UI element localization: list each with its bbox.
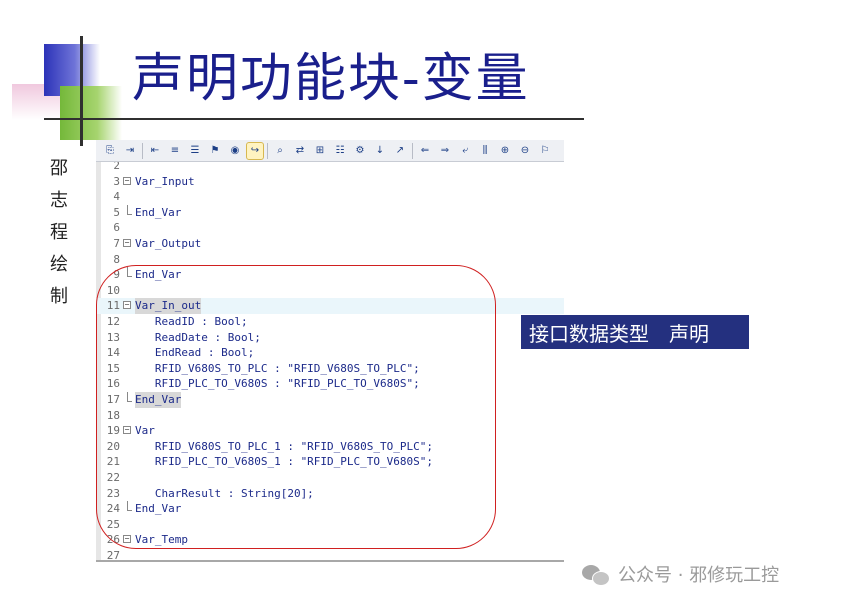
- decor-horizontal-line: [44, 118, 584, 120]
- jump-icon[interactable]: ↗: [392, 143, 408, 159]
- align-left-icon[interactable]: ⇐: [417, 143, 433, 159]
- decor-vertical-line: [80, 36, 83, 146]
- code-text: End_Var: [135, 205, 182, 219]
- code-line[interactable]: 5 End_Var: [96, 204, 564, 221]
- delete-icon[interactable]: ⊖: [517, 143, 533, 159]
- code-text: Var_Input: [135, 174, 195, 188]
- line-number: 4: [113, 190, 120, 204]
- code-line[interactable]: 2: [96, 162, 564, 174]
- line-number: 3: [113, 174, 120, 188]
- toolbar-separator: [412, 142, 413, 159]
- side-caption: 邵志程绘制: [47, 158, 68, 318]
- editor-toolbar: ⎘ ⇥ ⇤ ≡ ☰ ⚑ ◉ ↪ ⌕ ⇄ ⊞ ☷ ⚙ ↓ ↗ ⇐ ⇒ ⤶ ⫼ ⊕ ⊖ ⚐: [96, 140, 564, 162]
- wechat-icon: [582, 563, 610, 586]
- slide-title: 声明功能块-变量: [132, 49, 530, 109]
- line-number: 7: [113, 237, 120, 250]
- goto-icon[interactable]: ↪: [246, 141, 264, 160]
- copy-icon[interactable]: ⎘: [102, 143, 118, 159]
- line-number: 5: [113, 205, 120, 219]
- code-line[interactable]: 7− Var_Output: [96, 236, 564, 252]
- watermark-text: 公众号 · 邪修玩工控: [618, 565, 780, 586]
- toolbar-separator: [267, 142, 268, 159]
- fold-toggle-icon[interactable]: −: [123, 176, 131, 185]
- align-right-icon[interactable]: ⇒: [437, 143, 453, 159]
- list-icon[interactable]: ☷: [332, 143, 348, 159]
- fold-end-marker: [127, 204, 132, 215]
- decor-green-block: [60, 86, 122, 140]
- watermark: 公众号 · 邪修玩工控: [582, 560, 779, 588]
- breakpoint-icon[interactable]: ◉: [227, 143, 243, 159]
- outdent-icon[interactable]: ⇤: [147, 143, 163, 159]
- replace-icon[interactable]: ⇄: [292, 143, 308, 159]
- flag-icon[interactable]: ⚐: [537, 143, 553, 159]
- wrap-icon[interactable]: ⤶: [457, 143, 473, 159]
- insert-icon[interactable]: ⊕: [497, 143, 513, 159]
- line-number: 8: [113, 252, 120, 266]
- toolbar-separator: [142, 142, 143, 159]
- line-number: 6: [113, 221, 120, 235]
- code-text: Var_Output: [135, 237, 202, 250]
- uncomment-icon[interactable]: ☰: [187, 143, 203, 159]
- find-icon[interactable]: ⌕: [272, 143, 288, 159]
- code-line[interactable]: 6: [96, 220, 564, 236]
- editor-bottom-border: [96, 560, 564, 562]
- fold-toggle-icon[interactable]: −: [123, 239, 131, 247]
- bookmark-icon[interactable]: ⚑: [207, 143, 223, 159]
- toggle-icon[interactable]: ⊞: [312, 143, 328, 159]
- step-icon[interactable]: ↓: [372, 143, 388, 159]
- code-line[interactable]: 3− Var_Input: [96, 174, 564, 190]
- annotation-ellipse: [96, 265, 496, 549]
- split-icon[interactable]: ⫼: [477, 143, 493, 159]
- line-number: 2: [113, 162, 120, 172]
- comment-icon[interactable]: ≡: [167, 143, 183, 159]
- indent-icon[interactable]: ⇥: [122, 143, 138, 159]
- callout-label: 接口数据类型 声明: [521, 315, 749, 349]
- code-line[interactable]: 4: [96, 189, 564, 205]
- settings-icon[interactable]: ⚙: [352, 143, 368, 159]
